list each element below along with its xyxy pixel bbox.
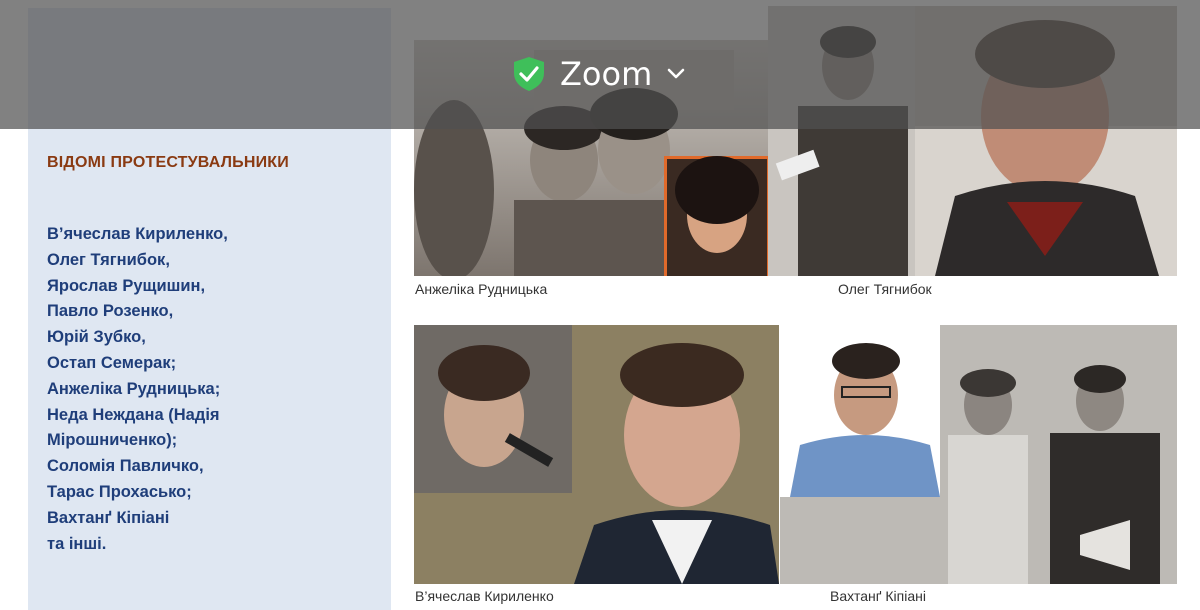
list-item: Остап Семерак;: [47, 353, 177, 372]
zoom-menu-button[interactable]: Zoom: [512, 52, 686, 96]
list-item: Анжеліка Рудницька;: [47, 379, 221, 398]
caption-tiahnybok: Олег Тягнибок: [838, 281, 932, 297]
list-item: Павло Розенко,: [47, 302, 174, 321]
caption-kipiani: Вахтанґ Кіпіані: [830, 588, 926, 604]
list-item: та інші.: [47, 534, 107, 553]
list-item: Олег Тягнибок,: [47, 250, 170, 269]
list-item: Соломія Павличко,: [47, 457, 204, 476]
shield-check-icon: [512, 56, 546, 92]
photo-kyrylenko: [414, 325, 779, 584]
list-item: Ярослав Рущишин,: [47, 276, 206, 295]
zoom-label: Zoom: [560, 55, 653, 93]
list-item: Вахтанґ Кіпіані: [47, 508, 170, 527]
caption-rudnytska: Анжеліка Рудницька: [415, 281, 548, 297]
photo-kipiani: [780, 325, 1177, 584]
list-item: Неда Неждана (Надія: [47, 405, 220, 424]
list-item: Мірошниченко);: [47, 431, 178, 450]
list-item: В’ячеслав Кириленко,: [47, 225, 228, 243]
protesters-list: В’ячеслав Кириленко, Олег Тягнибок, Ярос…: [47, 222, 377, 557]
chevron-down-icon: [666, 67, 686, 81]
section-title: ВІДОМІ ПРОТЕСТУВАЛЬНИКИ: [47, 154, 289, 171]
caption-kyrylenko: В’ячеслав Кириленко: [415, 588, 554, 604]
list-item: Юрій Зубко,: [47, 328, 146, 347]
list-item: Тарас Прохасько;: [47, 482, 192, 501]
